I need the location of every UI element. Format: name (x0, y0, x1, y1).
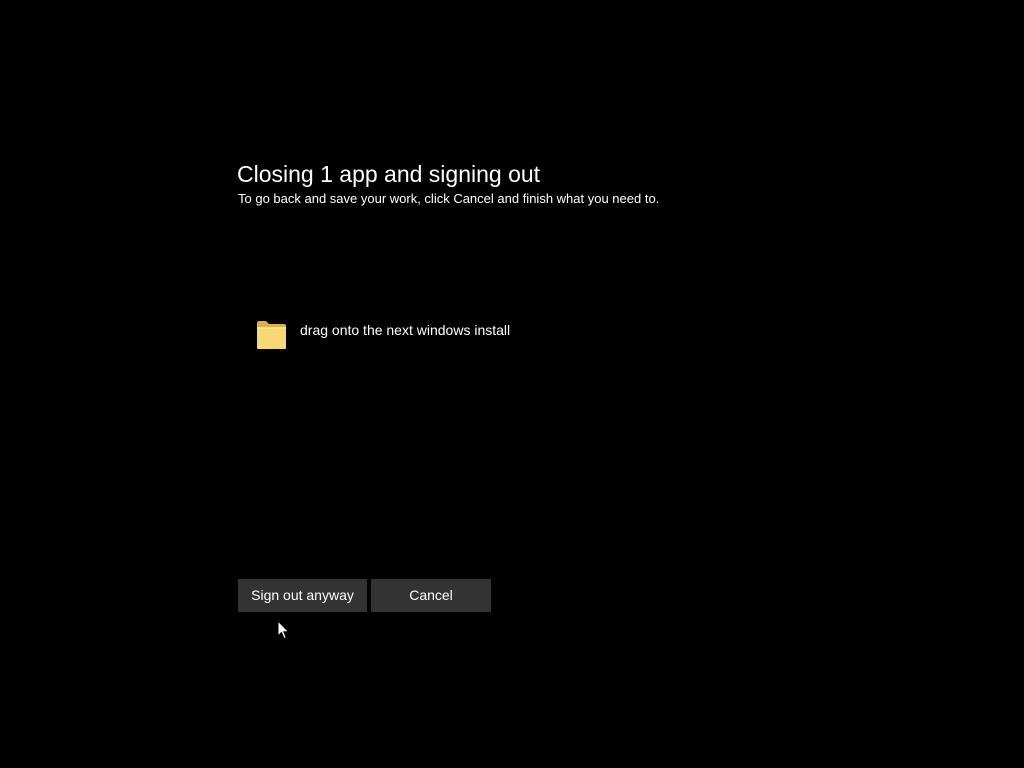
mouse-cursor-icon (277, 620, 290, 640)
sign-out-anyway-button[interactable]: Sign out anyway (238, 579, 367, 612)
cancel-button[interactable]: Cancel (371, 579, 491, 612)
app-list-item: drag onto the next windows install (256, 318, 510, 352)
dialog-title: Closing 1 app and signing out (237, 161, 541, 187)
app-label: drag onto the next windows install (300, 322, 511, 338)
dialog-subtitle: To go back and save your work, click Can… (238, 191, 660, 206)
folder-icon (257, 321, 286, 349)
